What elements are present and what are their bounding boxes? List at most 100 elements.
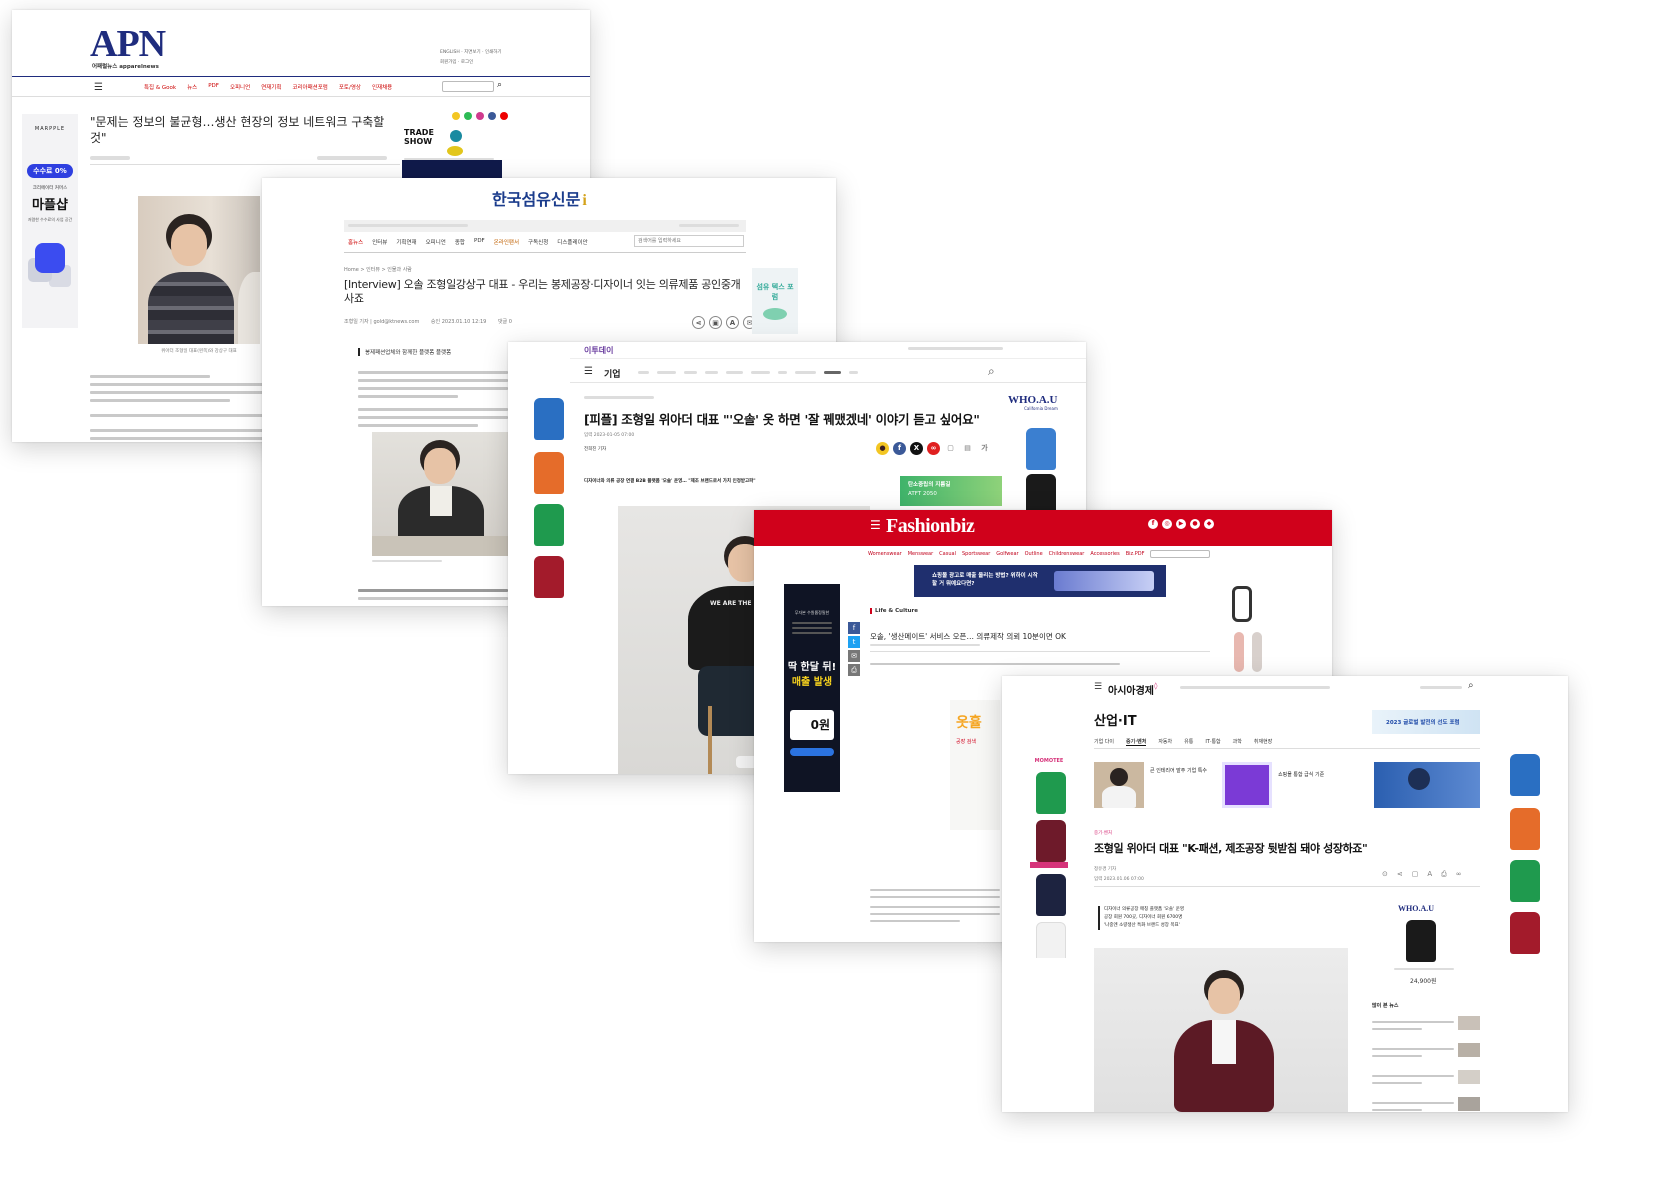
asiae-logo[interactable]: 아시아경제◊ [1108, 682, 1157, 697]
hamburger-icon[interactable]: ☰ [870, 518, 881, 532]
link-icon[interactable]: ∞ [927, 442, 940, 455]
print-icon[interactable]: ⎙ [848, 664, 860, 676]
asiae-right-ad[interactable] [1502, 750, 1550, 970]
fashionbiz-banner-ad[interactable]: 쇼핑몰 광고로 매출 올리는 방법? 위하이 시작할 거 뭐예요다면? [914, 565, 1166, 597]
hamburger-icon[interactable]: ☰ [94, 82, 103, 93]
nav-item-pdf[interactable]: PDF [474, 238, 485, 246]
bookmark-icon[interactable]: ▢ [944, 442, 957, 455]
textile-search-input[interactable] [634, 235, 744, 247]
nav-item-interview[interactable]: 인터뷰 [372, 238, 387, 246]
top-link-signup[interactable]: 회원가입 [440, 60, 457, 65]
youtube-icon[interactable]: ▶ [1176, 519, 1186, 529]
nav-item-subscribe[interactable]: 구독신청 [528, 238, 548, 246]
etoday-left-ad[interactable] [528, 392, 570, 602]
fashionbiz-logo[interactable]: Fashionbiz [886, 515, 975, 538]
search-icon[interactable]: ⌕ [1468, 680, 1474, 691]
instagram-icon[interactable] [476, 112, 484, 120]
save-icon[interactable]: ▢ [1412, 870, 1419, 879]
print-icon[interactable]: ⎙ [1441, 870, 1447, 879]
user-icon[interactable]: ● [1190, 519, 1200, 529]
asiae-news-card-1[interactable]: 큰 인테리어 발주 기업 특수 [1094, 762, 1216, 808]
asiae-headline[interactable]: 조형일 위아더 대표 "K-패션, 제조공장 뒷받침 돼야 성장하죠" [1094, 840, 1480, 856]
asiae-section-title[interactable]: 산업·IT [1094, 710, 1137, 729]
hamburger-icon[interactable]: ☰ [1094, 682, 1102, 692]
print-icon[interactable]: ▣ [709, 316, 722, 329]
marpple-ad[interactable]: MARPPLE 수수료 0% 크리에이터 커머스 마플샵 저렴한 수수료의 사업… [22, 114, 78, 328]
asiae-left-ad[interactable]: MOMOTEE [1026, 758, 1072, 958]
nav-item-jobs[interactable]: 인재채용 [372, 83, 392, 91]
asiae-category[interactable]: 중기·벤처 [1094, 830, 1112, 836]
youtube-icon[interactable] [500, 112, 508, 120]
nav-item-pdf[interactable]: PDF [208, 83, 219, 91]
nav-item-photo[interactable]: 포토/영상 [339, 83, 361, 91]
tab-corporate[interactable]: 기업 다이 [1094, 738, 1114, 746]
x-icon[interactable]: X [910, 442, 923, 455]
bookmark-icon[interactable]: ⊙ [1382, 870, 1388, 879]
nav-item-news[interactable]: 뉴스 [187, 83, 197, 91]
asiae-whoau-ad[interactable]: WHO.A.U 24,900원 [1372, 904, 1480, 990]
etoday-carbon-ad[interactable]: 탄소중립의 지름길 ATFT 2050 [900, 476, 1002, 506]
top-link-print[interactable]: 지면보기 [464, 50, 481, 55]
nav-item-series[interactable]: 기획연재 [396, 238, 416, 246]
nav-item-childrenswear[interactable]: Childrenswear [1049, 551, 1085, 557]
share-icon[interactable]: ⋖ [1397, 870, 1403, 879]
facebook-icon[interactable]: f [848, 622, 860, 634]
hamburger-icon[interactable]: ☰ [584, 366, 593, 377]
tab-auto[interactable]: 자동차 [1158, 738, 1172, 746]
apn-headline[interactable]: "문제는 정보의 불균형…생산 현장의 정보 네트워크 구축할 것" [90, 114, 390, 146]
textile-comments[interactable]: 댓글 0 [498, 319, 512, 325]
nav-item-opinion[interactable]: 오피니언 [230, 83, 250, 91]
tab-it[interactable]: IT·통합 [1205, 738, 1220, 746]
apn-logo[interactable]: APN [90, 22, 166, 66]
font-size-icon[interactable]: A [1427, 870, 1432, 879]
whoau-ad[interactable]: WHO.A.U California Dream [1008, 394, 1074, 514]
nav-item-online[interactable]: 온라인팬서 [494, 238, 519, 246]
nav-item-special[interactable]: 특집 & Gook [144, 83, 176, 91]
font-size-icon[interactable]: A [726, 316, 739, 329]
etoday-headline[interactable]: [피플] 조형일 위아더 대표 "'오솔' 옷 하면 '잘 꿰맸겠네' 이야기 … [584, 412, 994, 428]
facebook-icon[interactable] [488, 112, 496, 120]
textile-logo[interactable]: 한국섬유신문 i [492, 186, 587, 210]
facebook-icon[interactable]: f [893, 442, 906, 455]
twitter-icon[interactable]: t [848, 636, 860, 648]
ad-cta-button[interactable] [790, 748, 834, 756]
nav-item-golfwear[interactable]: Golfwear [996, 551, 1018, 557]
tab-science[interactable]: 과학 [1233, 738, 1242, 746]
nav-item-home[interactable]: 홈뉴스 [348, 238, 363, 246]
textile-breadcrumb[interactable]: Home > 인터뷰 > 인물과 사람 [344, 266, 412, 273]
fashionbiz-search-input[interactable] [1150, 550, 1210, 558]
nav-item-casual[interactable]: Casual [939, 551, 956, 557]
etoday-logo[interactable]: 이투데이 [584, 345, 613, 356]
nav-item-accessories[interactable]: Accessories [1090, 551, 1119, 557]
band-icon[interactable] [464, 112, 472, 120]
etoday-section[interactable]: 기업 [604, 367, 621, 380]
asiae-forum-banner[interactable]: 2023 글로벌 발전의 선도 포럼 [1372, 710, 1480, 734]
nav-item-womenswear[interactable]: Womenswear [868, 551, 902, 557]
nav-item-sportswear[interactable]: Sportswear [962, 551, 990, 557]
top-link-login[interactable]: 로그인 [461, 60, 473, 65]
asiae-news-card-2[interactable]: 쇼핑몰 통합 급식 기준 [1222, 762, 1350, 808]
link-icon[interactable]: ∞ [1456, 870, 1462, 879]
tab-venture[interactable]: 중기·벤처 [1126, 738, 1147, 746]
instagram-icon[interactable]: ◎ [1162, 519, 1172, 529]
fashionbiz-headline[interactable]: 오솔, '생산메이트' 서비스 오픈… 의류제작 의뢰 10분이면 OK [870, 631, 1210, 642]
nav-item-series[interactable]: 연재기획 [261, 83, 281, 91]
fashionbiz-left-ad[interactable]: 무자본 수원롭정밀한 딱 한달 뒤! 매출 발생 0원 [784, 584, 840, 792]
font-icon[interactable]: 가 [978, 442, 991, 455]
fashionbiz-ad-bottom[interactable]: 옷휼 공장 검색 [950, 700, 1000, 830]
textile-side-ad[interactable]: 섬유 텍스 포럼 [752, 268, 798, 334]
print-icon[interactable]: ▤ [961, 442, 974, 455]
apn-banner-ad[interactable] [402, 160, 502, 180]
share-icon[interactable]: ⋖ [692, 316, 705, 329]
cart-icon[interactable]: ◆ [1204, 519, 1214, 529]
top-link-press[interactable]: 인쇄하기 [485, 50, 502, 55]
nav-item-outline[interactable]: Outline [1025, 551, 1043, 557]
search-icon[interactable]: ⌕ [497, 80, 502, 90]
textile-headline[interactable]: [Interview] 오솔 조형일강상구 대표 - 우리는 봉제공장·디자이너… [344, 278, 749, 306]
nav-item-display[interactable]: 디스플레이안 [557, 238, 587, 246]
kakao-icon[interactable] [452, 112, 460, 120]
search-icon[interactable]: ⌕ [988, 364, 995, 379]
nav-item-opinion[interactable]: 오피니언 [426, 238, 446, 246]
top-link-english[interactable]: ENGLISH [440, 50, 460, 55]
fashionbiz-right-ad[interactable] [1222, 582, 1280, 682]
